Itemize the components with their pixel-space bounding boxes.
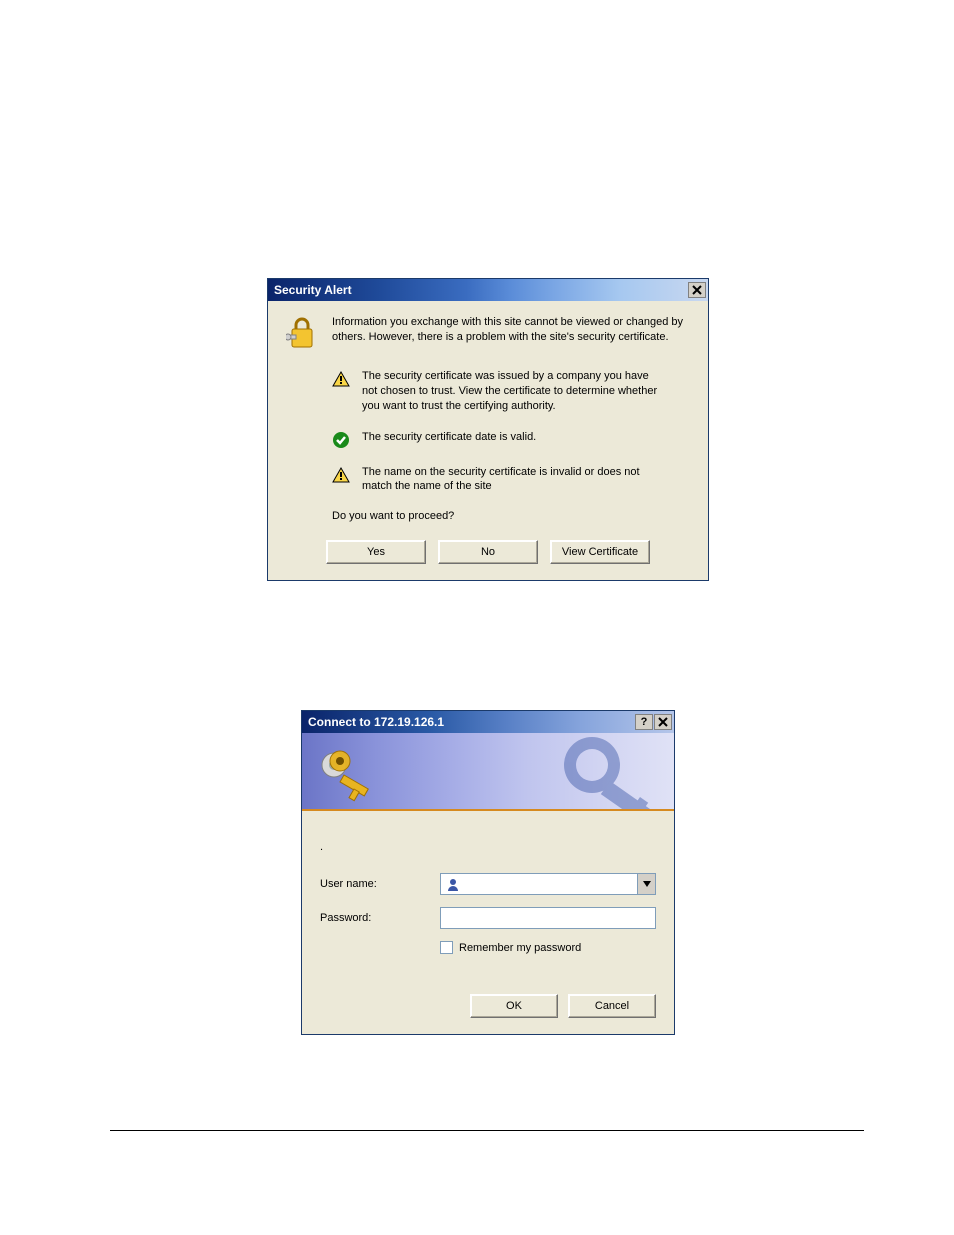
lock-key-icon: [286, 315, 320, 351]
divider: [110, 1130, 864, 1131]
password-field[interactable]: [440, 907, 656, 929]
connect-banner: [302, 733, 674, 811]
chevron-down-icon[interactable]: [637, 874, 655, 894]
cancel-button[interactable]: Cancel: [568, 994, 656, 1018]
security-alert-title: Security Alert: [274, 283, 352, 297]
cert-item-text: The name on the security certificate is …: [362, 465, 662, 495]
password-label: Password:: [320, 912, 440, 924]
cert-item-text: The security certificate date is valid.: [362, 430, 536, 445]
username-field[interactable]: [440, 873, 656, 895]
cert-item-issuer: The security certificate was issued by a…: [332, 369, 690, 414]
user-icon: [445, 876, 461, 892]
server-label: .: [320, 841, 656, 853]
connect-title: Connect to 172.19.126.1: [308, 715, 444, 729]
connect-dialog: Connect to 172.19.126.1 ?: [301, 710, 675, 1035]
view-certificate-button[interactable]: View Certificate: [550, 540, 650, 564]
security-alert-dialog: Security Alert Information you exchange …: [267, 278, 709, 581]
connect-titlebar[interactable]: Connect to 172.19.126.1 ?: [302, 711, 674, 733]
proceed-question: Do you want to proceed?: [332, 510, 690, 522]
help-icon[interactable]: ?: [635, 714, 653, 730]
remember-password-label: Remember my password: [459, 942, 581, 954]
security-alert-intro: Information you exchange with this site …: [332, 315, 690, 351]
close-icon[interactable]: [688, 282, 706, 298]
check-circle-icon: [332, 431, 350, 449]
cert-item-name: The name on the security certificate is …: [332, 465, 690, 495]
warning-triangle-icon: [332, 370, 350, 388]
username-label: User name:: [320, 878, 440, 890]
warning-triangle-icon: [332, 466, 350, 484]
no-button[interactable]: No: [438, 540, 538, 564]
remember-password-checkbox[interactable]: [440, 941, 453, 954]
yes-button[interactable]: Yes: [326, 540, 426, 564]
security-alert-titlebar[interactable]: Security Alert: [268, 279, 708, 301]
ok-button[interactable]: OK: [470, 994, 558, 1018]
cert-item-text: The security certificate was issued by a…: [362, 369, 662, 414]
cert-item-date: The security certificate date is valid.: [332, 430, 690, 449]
close-icon[interactable]: [654, 714, 672, 730]
